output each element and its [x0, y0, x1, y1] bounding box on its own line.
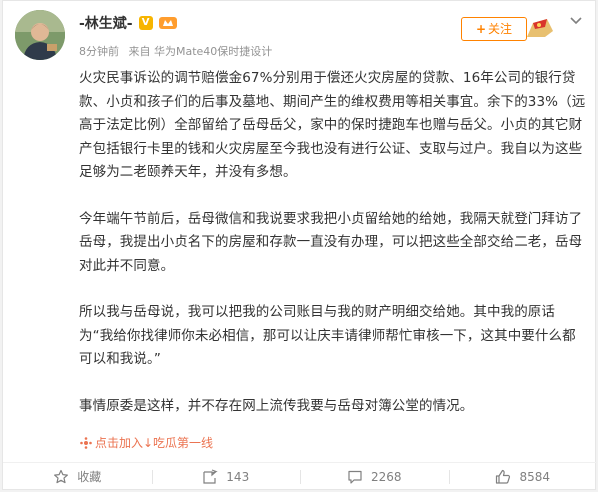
repost-count: 143 — [226, 469, 250, 484]
topic-icon — [80, 436, 92, 449]
post-paragraph: 所以我与岳母说，我可以把我的公司账目与我的财产明细交给她。其中我的原话为“我给你… — [79, 304, 576, 367]
favorite-button[interactable]: 收藏 — [3, 463, 152, 490]
post-paragraph: 事情原委是这样，并不存在网上流传我要与岳母对簿公堂的情况。 — [79, 397, 474, 414]
action-bar: 收藏 143 2268 8584 — [3, 462, 597, 490]
repost-icon — [203, 468, 219, 484]
vip-icon: V — [138, 16, 153, 30]
comment-icon — [348, 470, 362, 484]
follow-button[interactable]: + 关注 — [461, 17, 527, 41]
like-icon — [496, 469, 511, 484]
repost-button[interactable]: 143 — [151, 463, 301, 490]
post-paragraph: 今年端午节前后，岳母微信和我说要求我把小贞留给她的给她，我隔天就登门拜访了岳母，… — [79, 210, 583, 274]
chevron-down-icon[interactable] — [569, 13, 583, 27]
post-content: 火灾民事诉讼的调节赔偿金67%分别用于偿还火灾房屋的贷款、16年公司的银行贷款、… — [79, 67, 587, 418]
avatar-image — [15, 10, 65, 60]
post-timestamp[interactable]: 8分钟前 — [79, 45, 119, 58]
post-source: 来自 华为Mate40保时捷设计 — [128, 45, 273, 58]
comment-button[interactable]: 2268 — [300, 463, 449, 490]
post-meta: 8分钟前 来自 华为Mate40保时捷设计 — [79, 43, 278, 59]
author-row: -林生斌- V — [79, 13, 177, 33]
super-topic-label: 点击加入↓吃瓜第一线 — [95, 436, 214, 450]
favorite-label: 收藏 — [77, 470, 102, 484]
comment-count: 2268 — [370, 469, 402, 484]
author-name[interactable]: -林生斌- — [79, 13, 133, 33]
super-topic-link[interactable]: 点击加入↓吃瓜第一线 — [80, 434, 213, 451]
plus-icon: + — [475, 22, 487, 36]
card-decoration-icon — [527, 19, 553, 37]
post-paragraph: 火灾民事诉讼的调节赔偿金67%分别用于偿还火灾房屋的贷款、16年公司的银行贷款、… — [79, 70, 586, 180]
star-icon — [54, 469, 69, 483]
like-count: 8584 — [519, 469, 551, 484]
level-badge-icon — [158, 17, 177, 29]
like-button[interactable]: 8584 — [448, 463, 598, 490]
weibo-post-card: -林生斌- V 8分钟前 来自 华为Mate40保时捷设计 + 关注 火灾民事诉讼… — [2, 0, 597, 490]
avatar[interactable] — [15, 10, 65, 60]
follow-label: 关注 — [488, 22, 513, 36]
